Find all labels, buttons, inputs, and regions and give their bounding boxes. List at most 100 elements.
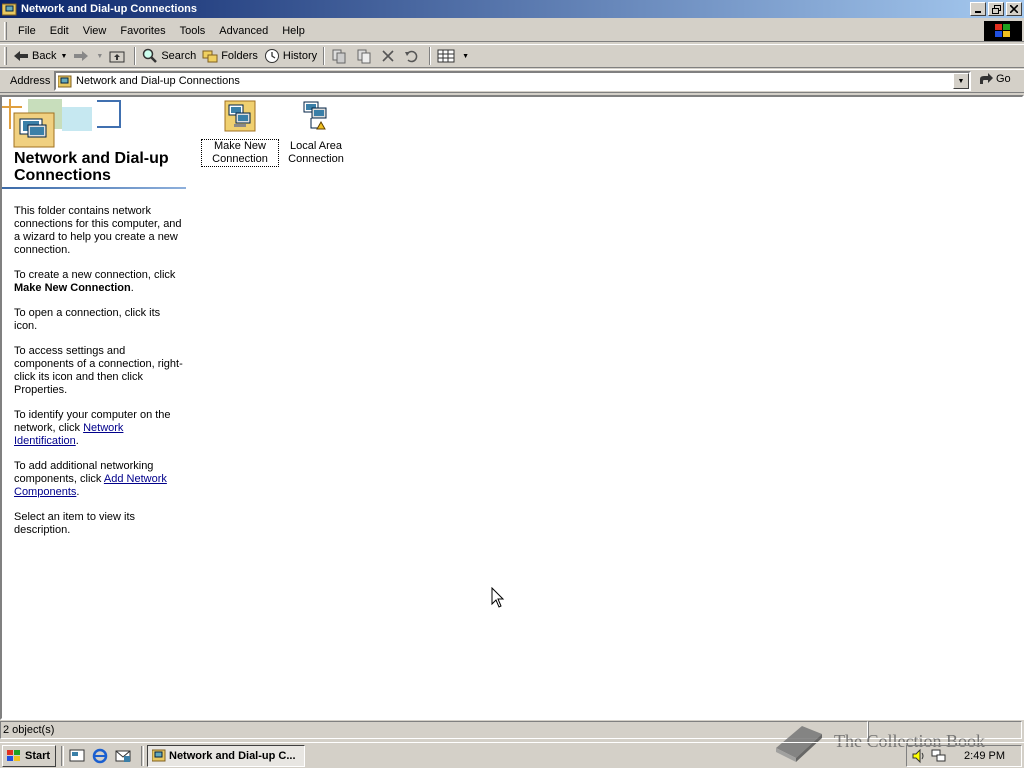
network-banner-graphic xyxy=(2,99,121,148)
internet-explorer-icon xyxy=(92,748,108,763)
address-dropdown-button[interactable]: ▼ xyxy=(953,73,969,89)
start-button[interactable]: Start xyxy=(2,744,56,767)
go-label: Go xyxy=(996,73,1011,85)
make-new-connection-item[interactable]: Make New Connection xyxy=(201,100,279,167)
window-title: Network and Dial-up Connections xyxy=(21,3,198,15)
start-label: Start xyxy=(25,749,51,762)
status-objects: 2 object(s) xyxy=(0,721,868,739)
go-button[interactable]: Go xyxy=(978,72,1011,86)
go-arrow-icon xyxy=(980,73,993,84)
history-button[interactable]: History xyxy=(261,45,320,67)
back-button[interactable]: Back ▼ xyxy=(10,45,70,67)
move-to-button[interactable] xyxy=(328,45,353,67)
desc-paragraph: To open a connection, click its icon. xyxy=(14,307,161,332)
info-banner: Network and Dial-up Connections xyxy=(2,97,192,192)
views-icon xyxy=(437,49,455,63)
windows-logo xyxy=(984,21,1022,41)
close-button[interactable] xyxy=(1006,2,1022,16)
address-bar: Address Network and Dial-up Connections … xyxy=(0,69,1024,93)
clock[interactable]: 2:49 PM xyxy=(964,750,1005,762)
title-bar[interactable]: Network and Dial-up Connections xyxy=(0,0,1024,18)
toolbar-grip[interactable] xyxy=(4,47,7,65)
address-value: Network and Dial-up Connections xyxy=(76,75,240,87)
desc-paragraph: Select an item to view its description. xyxy=(14,511,136,536)
menu-edit[interactable]: Edit xyxy=(43,21,76,41)
title-divider xyxy=(2,187,186,189)
folders-label: Folders xyxy=(221,50,258,62)
toolbar-separator xyxy=(134,47,137,65)
desc-paragraph: This folder contains network connections… xyxy=(14,205,182,256)
menu-advanced[interactable]: Advanced xyxy=(212,21,275,41)
forward-button[interactable]: ▼ xyxy=(70,45,106,67)
toolbar-separator xyxy=(429,47,432,65)
back-label: Back xyxy=(32,50,57,62)
desc-paragraph: To add additional networking components,… xyxy=(14,460,186,499)
show-desktop-icon xyxy=(69,749,85,761)
forward-dropdown-icon[interactable]: ▼ xyxy=(96,53,103,60)
back-dropdown-icon[interactable]: ▼ xyxy=(60,53,67,60)
history-label: History xyxy=(282,50,318,62)
desc-text: . xyxy=(76,486,80,498)
folder-view[interactable]: Network and Dial-up Connections This fol… xyxy=(0,95,1024,720)
desc-text: To create a new connection, click xyxy=(14,269,176,281)
desc-text: . xyxy=(130,282,134,294)
local-area-connection-icon xyxy=(303,101,327,130)
desc-text: . xyxy=(75,435,79,447)
icon-label: Local Area Connection xyxy=(288,140,344,165)
restore-icon xyxy=(991,4,1001,14)
up-button[interactable] xyxy=(106,45,131,67)
system-tray: 2:49 PM xyxy=(906,745,1022,767)
views-dropdown-icon[interactable]: ▼ xyxy=(462,53,469,60)
taskbar-separator xyxy=(141,745,144,766)
menu-bar: File Edit View Favorites Tools Advanced … xyxy=(0,20,1024,42)
history-icon xyxy=(264,49,279,63)
menu-view[interactable]: View xyxy=(76,21,114,41)
outlook-express-icon xyxy=(115,750,131,762)
restore-button[interactable] xyxy=(988,2,1004,16)
menu-tools[interactable]: Tools xyxy=(173,21,213,41)
pane-title: Network and Dial-up Connections xyxy=(14,150,169,184)
move-to-icon xyxy=(332,49,346,64)
menu-file[interactable]: File xyxy=(11,21,43,41)
up-folder-icon xyxy=(109,51,125,63)
search-button[interactable]: Search xyxy=(139,45,199,67)
menu-help[interactable]: Help xyxy=(275,21,312,41)
back-arrow-icon xyxy=(14,51,28,61)
local-area-connection-item[interactable]: Local Area Connection xyxy=(278,100,354,166)
folders-icon xyxy=(202,50,218,63)
windows-flag-icon xyxy=(7,749,20,761)
taskbar-item-network-connections[interactable]: Network and Dial-up C... xyxy=(147,744,305,767)
desc-paragraph: To create a new connection, click Make N… xyxy=(14,269,186,295)
copy-to-button[interactable] xyxy=(353,45,378,67)
volume-icon[interactable] xyxy=(911,748,927,764)
address-input[interactable]: Network and Dial-up Connections ▼ xyxy=(54,71,971,91)
minimize-icon xyxy=(975,11,981,13)
close-icon xyxy=(1010,5,1018,13)
standard-toolbar: Back ▼ ▼ Search Folders History ▼ xyxy=(0,44,1024,68)
quicklaunch-show-desktop[interactable] xyxy=(67,746,87,766)
menu-favorites[interactable]: Favorites xyxy=(113,21,172,41)
network-folder-icon xyxy=(2,3,17,16)
delete-button[interactable] xyxy=(378,45,401,67)
quicklaunch-internet-explorer[interactable] xyxy=(90,746,110,766)
icon-label: Make New Connection xyxy=(201,139,279,167)
webview-info-pane: Network and Dial-up Connections This fol… xyxy=(2,97,192,718)
chevron-down-icon: ▼ xyxy=(957,77,965,85)
forward-arrow-icon xyxy=(74,51,89,61)
address-label: Address xyxy=(10,75,51,87)
quicklaunch-grip[interactable] xyxy=(61,745,64,766)
views-button[interactable]: ▼ xyxy=(434,45,472,67)
menu-grip[interactable] xyxy=(4,21,7,40)
undo-button[interactable] xyxy=(401,45,426,67)
taskbar-item-label: Network and Dial-up C... xyxy=(169,749,296,762)
delete-icon xyxy=(382,50,394,62)
network-folder-icon xyxy=(58,75,72,87)
quicklaunch-outlook-express[interactable] xyxy=(113,746,133,766)
network-tray-icon[interactable] xyxy=(931,748,947,764)
mouse-pointer-icon xyxy=(491,587,505,608)
minimize-button[interactable] xyxy=(970,2,986,16)
make-new-connection-icon xyxy=(224,100,256,132)
search-label: Search xyxy=(161,50,197,62)
desc-paragraph: To identify your computer on the network… xyxy=(14,409,186,448)
folders-button[interactable]: Folders xyxy=(199,45,261,67)
